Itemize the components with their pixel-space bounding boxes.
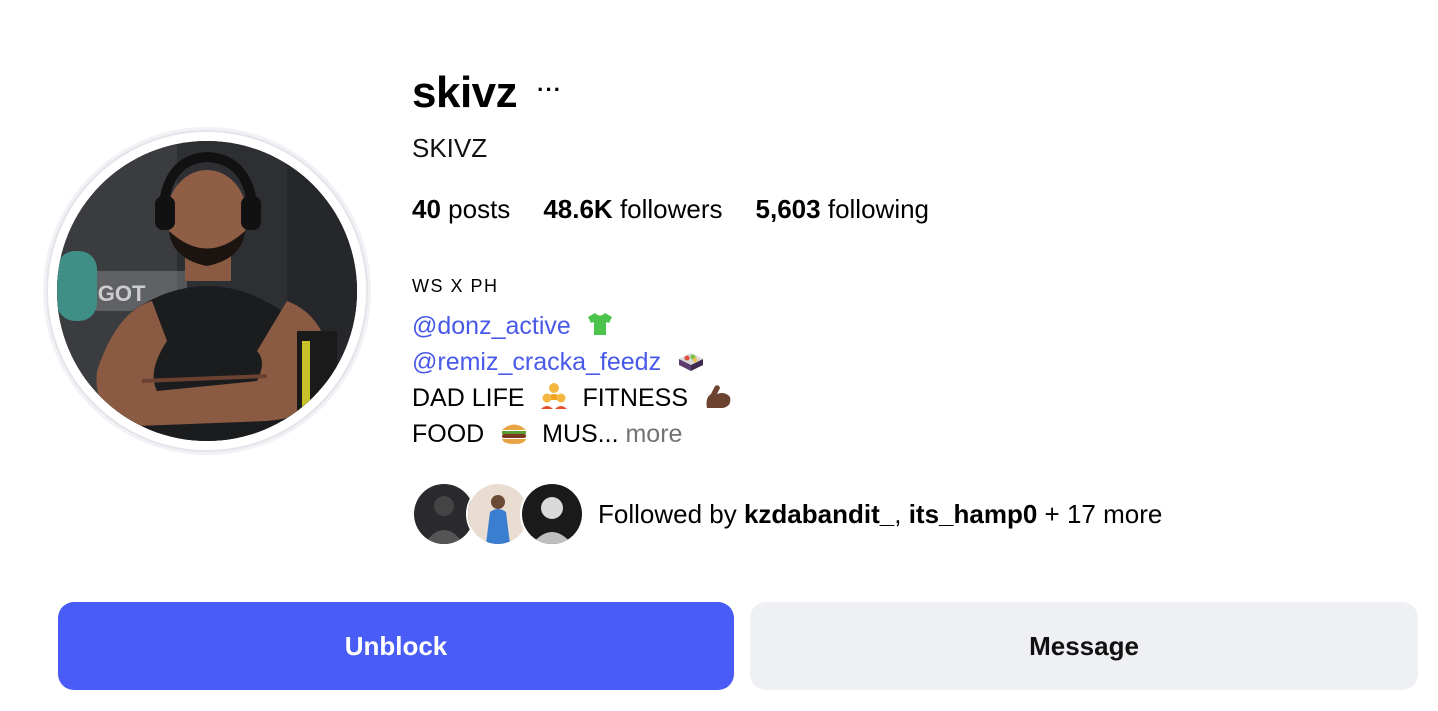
profile-page: E GOT skivz ··· SKIVZ 40 posts 48.6K fol… [0,0,1438,711]
posts-count: 40 [412,194,441,224]
followers-label: followers [619,194,723,224]
profile-avatar[interactable]: E GOT [57,141,357,441]
followed-by: Followed by kzdabandit_, its_hamp0 + 17 … [412,482,1162,546]
followed-by-suffix: + 17 more [1044,499,1163,529]
mutual-username: its_hamp0 [908,499,1038,529]
followed-by-prefix: Followed by [598,499,737,529]
bio: WS X PH @donz_active @remiz_cracka_feedz… [412,274,733,452]
mention-link[interactable]: @donz_active [412,312,571,340]
bio-line-1: @donz_active [412,308,733,344]
more-options-icon[interactable]: ··· [537,79,562,101]
mutual-follower-avatar[interactable] [520,482,584,546]
full-name: SKIVZ [412,133,488,163]
bio-tagline: WS X PH [412,276,499,296]
posts-stat[interactable]: 40 posts [412,192,510,226]
bio-text: FOOD [412,420,485,448]
bio-line-4: FOOD MUS... more [412,416,733,452]
posts-label: posts [448,194,511,224]
mention-link[interactable]: @remiz_cracka_feedz [412,348,661,376]
followers-count: 48.6K [543,194,613,224]
mutual-avatar-1-photo [414,484,474,544]
mutual-username: kzdabandit_ [743,499,895,529]
unblock-button[interactable]: Unblock [58,602,734,690]
following-count: 5,603 [755,194,821,224]
followers-stat[interactable]: 48.6K followers [543,192,722,226]
mutual-avatar-2-photo [468,484,528,544]
family-icon [541,383,568,410]
bio-line-2: @remiz_cracka_feedz [412,344,733,380]
followed-by-text[interactable]: Followed by kzdabandit_, its_hamp0 + 17 … [598,497,1162,531]
profile-avatar-ring[interactable]: E GOT [46,130,368,452]
message-button[interactable]: Message [750,602,1418,690]
bento-box-icon [679,353,704,372]
profile-stats: 40 posts 48.6K followers 5,603 following [412,192,929,226]
burger-icon [502,424,527,445]
bio-more-link[interactable]: more [625,420,682,448]
bio-text: DAD LIFE [412,384,525,412]
bio-text: FITNESS [582,384,689,412]
separator: , [894,499,902,529]
flexed-biceps-icon [706,385,731,409]
following-stat[interactable]: 5,603 following [756,192,929,226]
avatar-photo: E GOT [57,141,357,441]
username-row: skivz ··· [412,66,562,120]
shirt-icon [587,313,612,336]
username: skivz [412,68,518,117]
mutual-avatar-3-photo [522,484,582,544]
bio-line-3: DAD LIFE FITNESS [412,380,733,416]
bio-text: MUS... [542,420,619,448]
following-label: following [827,194,930,224]
